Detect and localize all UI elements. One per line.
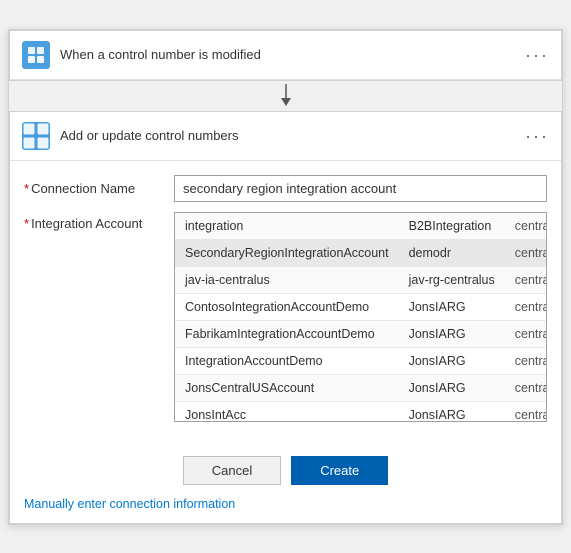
trigger-title: When a control number is modified bbox=[60, 47, 525, 62]
table-row[interactable]: IntegrationAccountDemoJonsIARGcentralus bbox=[175, 347, 547, 374]
create-button[interactable]: Create bbox=[291, 456, 388, 485]
table-row[interactable]: jav-ia-centralusjav-rg-centraluscentralu… bbox=[175, 266, 547, 293]
table-cell-resource_group: JonsIARG bbox=[399, 401, 505, 422]
table-row[interactable]: JonsIntAccJonsIARGcentralus bbox=[175, 401, 547, 422]
integration-account-table-wrapper[interactable]: integrationB2BIntegrationcentralusSecond… bbox=[174, 212, 547, 422]
action-header: Add or update control numbers ··· bbox=[10, 112, 561, 161]
table-cell-resource_group: JonsIARG bbox=[399, 374, 505, 401]
table-cell-name: jav-ia-centralus bbox=[175, 266, 399, 293]
action-title: Add or update control numbers bbox=[60, 128, 525, 143]
table-cell-name: JonsCentralUSAccount bbox=[175, 374, 399, 401]
table-cell-resource_group: JonsIARG bbox=[399, 293, 505, 320]
table-row[interactable]: JonsCentralUSAccountJonsIARGcentralus bbox=[175, 374, 547, 401]
integration-account-table: integrationB2BIntegrationcentralusSecond… bbox=[175, 213, 547, 422]
table-cell-region: centralus bbox=[505, 213, 547, 240]
cancel-button[interactable]: Cancel bbox=[183, 456, 281, 485]
table-cell-resource_group: JonsIARG bbox=[399, 347, 505, 374]
form-body: *Connection Name *Integration Account in… bbox=[10, 161, 561, 442]
table-cell-name: SecondaryRegionIntegrationAccount bbox=[175, 239, 399, 266]
action-card: Add or update control numbers ··· *Conne… bbox=[9, 111, 562, 524]
action-card-icon bbox=[22, 122, 50, 150]
table-cell-region: centralus bbox=[505, 239, 547, 266]
table-cell-resource_group: demodr bbox=[399, 239, 505, 266]
table-row[interactable]: ContosoIntegrationAccountDemoJonsIARGcen… bbox=[175, 293, 547, 320]
main-container: When a control number is modified ··· Ad… bbox=[8, 29, 563, 525]
trigger-header: When a control number is modified ··· bbox=[10, 31, 561, 80]
connection-name-input[interactable] bbox=[174, 175, 547, 202]
table-cell-resource_group: JonsIARG bbox=[399, 320, 505, 347]
integration-account-row: *Integration Account integrationB2BInteg… bbox=[24, 212, 547, 422]
trigger-card: When a control number is modified ··· bbox=[9, 30, 562, 81]
table-row[interactable]: integrationB2BIntegrationcentralus bbox=[175, 213, 547, 240]
buttons-row: Cancel Create bbox=[10, 442, 561, 495]
table-row[interactable]: FabrikamIntegrationAccountDemoJonsIARGce… bbox=[175, 320, 547, 347]
action-menu-button[interactable]: ··· bbox=[525, 127, 549, 145]
required-star-1: * bbox=[24, 181, 29, 196]
table-cell-name: JonsIntAcc bbox=[175, 401, 399, 422]
table-row[interactable]: SecondaryRegionIntegrationAccountdemodrc… bbox=[175, 239, 547, 266]
integration-account-label: *Integration Account bbox=[24, 212, 174, 231]
table-cell-region: centralus bbox=[505, 347, 547, 374]
trigger-icon bbox=[22, 41, 50, 69]
table-cell-region: centralus bbox=[505, 293, 547, 320]
table-cell-region: centralus bbox=[505, 401, 547, 422]
table-cell-region: centralus bbox=[505, 266, 547, 293]
table-cell-name: ContosoIntegrationAccountDemo bbox=[175, 293, 399, 320]
table-cell-resource_group: B2BIntegration bbox=[399, 213, 505, 240]
connection-name-row: *Connection Name bbox=[24, 175, 547, 202]
table-cell-name: IntegrationAccountDemo bbox=[175, 347, 399, 374]
table-cell-region: centralus bbox=[505, 320, 547, 347]
trigger-menu-button[interactable]: ··· bbox=[525, 46, 549, 64]
table-cell-region: centralus bbox=[505, 374, 547, 401]
table-cell-resource_group: jav-rg-centralus bbox=[399, 266, 505, 293]
table-cell-name: FabrikamIntegrationAccountDemo bbox=[175, 320, 399, 347]
connection-name-label: *Connection Name bbox=[24, 181, 174, 196]
table-cell-name: integration bbox=[175, 213, 399, 240]
arrow-connector bbox=[9, 81, 562, 111]
manual-link-row: Manually enter connection information bbox=[10, 495, 561, 523]
manual-enter-link[interactable]: Manually enter connection information bbox=[24, 497, 235, 511]
required-star-2: * bbox=[24, 216, 29, 231]
